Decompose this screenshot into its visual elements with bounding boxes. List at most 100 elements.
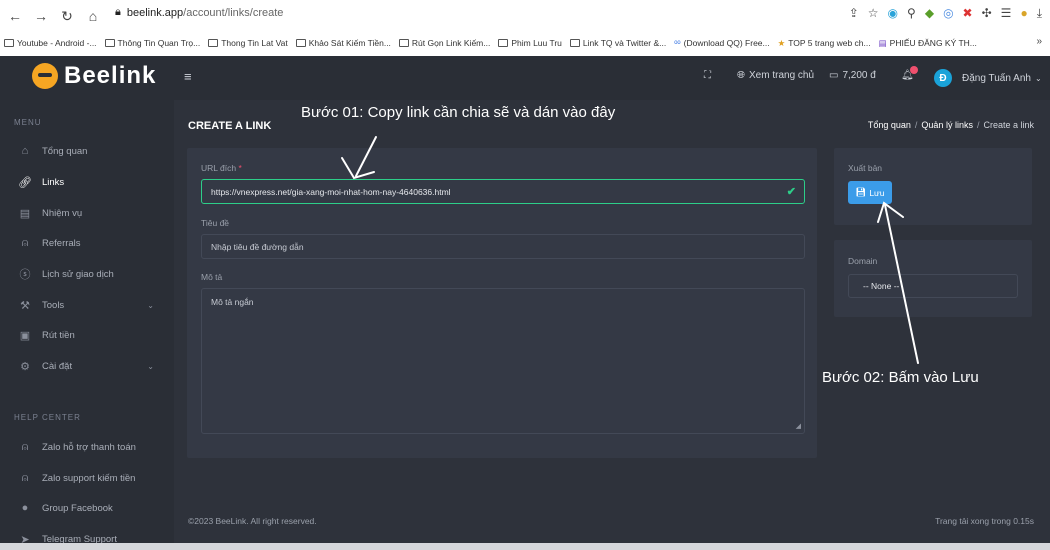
domain-card: Domain -- None -- [834, 240, 1032, 317]
bookmark-item[interactable]: Thong Tin Lat Vat [208, 38, 288, 48]
fullscreen-icon[interactable]: ⛶ [704, 70, 711, 81]
url-input[interactable]: https://vnexpress.net/gia-xang-moi-nhat-… [201, 179, 805, 204]
share-icon[interactable]: ⇪ [849, 6, 859, 21]
reload-icon[interactable]: ↻ [56, 8, 78, 25]
folder-icon [295, 39, 306, 47]
menu-toggle-icon[interactable]: ≡ [184, 69, 192, 84]
tools-icon: ⚒ [20, 299, 30, 312]
dollar-icon: ⓢ [19, 269, 31, 281]
check-icon: ✔ [786, 186, 796, 198]
topbar: ≡ ⛶ 🌐︎ Xem trang chủ ▭ 7,200 đ 🔔︎ Đ Đặng T… [174, 56, 1050, 100]
bookmark-item[interactable]: Thông Tin Quan Trọ... [104, 38, 200, 48]
sidebar-item-lich-su-giao-dich[interactable]: ⓢ Lịch sử giao dịch [0, 263, 174, 285]
extension-icon[interactable]: ◆ [925, 6, 934, 21]
extension-icon[interactable]: ◎ [943, 6, 953, 21]
bookmark-item[interactable]: Phim Luu Tru [498, 38, 562, 48]
bell-icon: 🔔︎ [901, 66, 918, 81]
description-label: Mô tả [201, 272, 223, 282]
view-site-link[interactable]: 🌐︎ Xem trang chủ [737, 70, 814, 81]
user-name: Đặng Tuấn Anh [962, 72, 1031, 84]
url-label: URL đích * [201, 163, 242, 173]
balance[interactable]: ▭ 7,200 đ [829, 70, 876, 81]
extension-icon[interactable]: ⚲ [907, 6, 916, 21]
domain-select[interactable]: -- None -- [848, 274, 1018, 298]
sidebar-item-referrals[interactable]: ⍝ Referrals [0, 232, 174, 254]
back-icon[interactable]: ← [4, 8, 26, 24]
folder-icon [398, 39, 409, 47]
breadcrumb-item[interactable]: Tổng quan [868, 120, 911, 130]
page-title: CREATE A LINK [188, 120, 272, 132]
globe-icon: 🌐︎ [737, 70, 745, 81]
bookmark-item[interactable]: ★ TOP 5 trang web ch... [778, 38, 871, 49]
download-icon[interactable]: ⤓ [1037, 6, 1042, 21]
bookmarks-more[interactable]: » [1036, 36, 1042, 47]
bookmark-item[interactable]: Youtube - Android -... [4, 38, 97, 48]
resize-handle-icon[interactable]: ◢ [796, 422, 801, 430]
save-icon: 💾︎ [855, 187, 867, 197]
profile-icon[interactable]: ● [1020, 6, 1027, 21]
extensions-bar: ⇪ ☆ ◉ ⚲ ◆ ◎ ✖ ✣ ☰ ● ⤓ [849, 6, 1042, 21]
settings-icon: ⚙ [20, 360, 30, 373]
breadcrumb: Tổng quan / Quản lý links / Create a lin… [868, 120, 1034, 130]
browser-chrome: ← → ↻ ⌂ 🔒︎ beelink.app/account/links/cre… [0, 0, 1050, 56]
sidebar-item-nhiem-vu[interactable]: ▤ Nhiệm vụ [0, 202, 174, 224]
bookmark-item[interactable]: Link TQ và Twitter &... [569, 38, 666, 48]
folder-icon [4, 39, 14, 47]
user-menu[interactable]: Đ Đặng Tuấn Anh ⌄ [934, 69, 1042, 87]
address-row: ← → ↻ ⌂ 🔒︎ beelink.app/account/links/cre… [0, 0, 1050, 32]
sidebar-item-rut-tien[interactable]: ▣ Rút tiền [0, 324, 174, 346]
sidebar-item-group-facebook[interactable]: ● Group Facebook [0, 497, 174, 519]
notification-bell[interactable]: 🔔︎ [901, 66, 918, 81]
bookmark-item[interactable]: Rút Gọn Link Kiếm... [398, 38, 490, 48]
bookmarks-bar: Youtube - Android -... Thông Tin Quan Tr… [0, 32, 1050, 54]
title-input[interactable]: Nhập tiêu đề đường dẫn [201, 234, 805, 259]
sidebar: Beelink MENU ⌂ Tổng quan 🔗︎ Links ▤ Nhiệm v… [0, 56, 174, 550]
description-textarea[interactable]: Mô tả ngắn ◢ [201, 288, 805, 434]
task-icon: ▤ [19, 207, 31, 220]
star-badge-icon: ★ [777, 37, 786, 48]
sidebar-item-links[interactable]: 🔗︎ Links [0, 171, 174, 193]
logo[interactable]: Beelink [32, 62, 156, 90]
title-label: Tiêu đề [201, 218, 230, 228]
chevron-down-icon: ⌄ [147, 361, 154, 371]
form-icon: ▤ [878, 37, 887, 48]
url-path: /account/links/create [183, 6, 284, 19]
link-icon: 🔗︎ [18, 176, 32, 189]
sidebar-item-zalo-kiem-tien[interactable]: ⍝ Zalo support kiếm tiền [0, 467, 174, 489]
reading-list-icon[interactable]: ☰ [1001, 6, 1012, 21]
logo-text: Beelink [64, 62, 157, 89]
wallet-icon: ▣ [19, 329, 31, 342]
sidebar-item-zalo-thanh-toan[interactable]: ⍝ Zalo hỗ trợ thanh toán [0, 436, 174, 458]
support-user-icon: ⍝ [21, 471, 29, 484]
extension-icon[interactable]: ✖ [963, 6, 973, 21]
qq-icon: ᵒᵒ [674, 38, 681, 48]
bookmark-item[interactable]: ᵒᵒ (Download QQ) Free... [674, 38, 769, 48]
main-content: CREATE A LINK Tổng quan / Quản lý links … [174, 100, 1050, 550]
facebook-icon: ● [21, 502, 29, 514]
menu-heading: MENU [14, 118, 42, 127]
star-icon[interactable]: ☆ [868, 6, 879, 21]
sidebar-item-tong-quan[interactable]: ⌂ Tổng quan [0, 140, 174, 162]
footer-copyright: ©2023 BeeLink. All right reserved. [188, 516, 317, 526]
breadcrumb-separator: / [976, 120, 980, 130]
publish-heading: Xuất bản [848, 163, 883, 173]
breadcrumb-item[interactable]: Quản lý links [921, 120, 973, 130]
bookmark-item[interactable]: ▤ PHIẾU ĐĂNG KÝ TH... [879, 38, 977, 49]
sidebar-item-cai-dat[interactable]: ⚙ Cài đặt ⌄ [0, 355, 174, 377]
lock-icon: 🔒︎ [115, 6, 121, 18]
bookmark-item[interactable]: Khảo Sát Kiếm Tiền... [295, 38, 391, 48]
url-input-value: https://vnexpress.net/gia-xang-moi-nhat-… [211, 186, 451, 197]
title-input-placeholder: Nhập tiêu đề đường dẫn [211, 241, 304, 252]
chevron-down-icon: ⌄ [1034, 73, 1042, 83]
extension-icon[interactable]: ◉ [888, 6, 898, 21]
address-bar[interactable]: 🔒︎ beelink.app/account/links/create [115, 6, 283, 19]
notification-dot [909, 66, 918, 74]
avatar: Đ [934, 69, 952, 87]
home-icon: ⌂ [21, 145, 29, 157]
puzzle-icon[interactable]: ✣ [982, 6, 992, 21]
folder-icon [498, 39, 509, 47]
save-button[interactable]: 💾︎ Lưu [848, 181, 892, 204]
home-icon[interactable]: ⌂ [82, 8, 104, 24]
sidebar-item-tools[interactable]: ⚒ Tools ⌄ [0, 294, 174, 316]
forward-icon[interactable]: → [30, 8, 52, 24]
